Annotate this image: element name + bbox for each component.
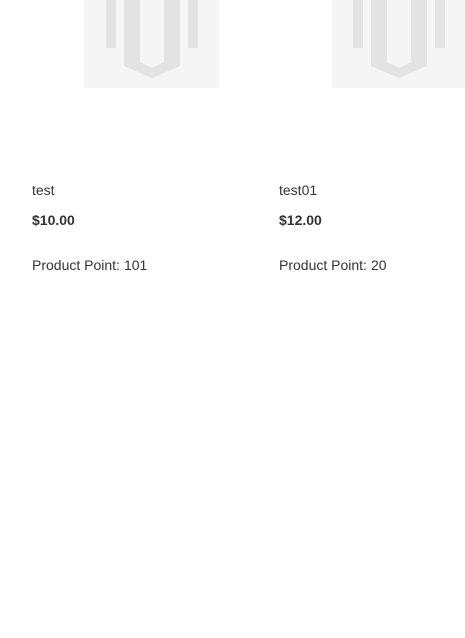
product-image-link[interactable] — [332, 0, 465, 88]
product-price: $12.00 — [279, 212, 322, 228]
product-name-link[interactable]: test — [32, 181, 55, 199]
product-card: test $10.00 Product Point: 101 — [32, 0, 232, 300]
product-points-label: Product Point: — [32, 257, 120, 273]
product-price: $10.00 — [32, 212, 75, 228]
placeholder-logo-icon — [353, 0, 445, 78]
product-points-label: Product Point: — [279, 257, 367, 273]
product-name-link[interactable]: test01 — [279, 181, 317, 199]
product-card: test01 $12.00 Product Point: 20 — [279, 0, 465, 300]
product-points-value: 101 — [123, 257, 148, 273]
product-image-link[interactable] — [84, 0, 219, 88]
product-grid: test $10.00 Product Point: 101 test01 $12… — [0, 0, 465, 638]
product-points: Product Point: 101 — [32, 256, 147, 274]
placeholder-logo-icon — [106, 0, 198, 78]
product-points: Product Point: 20 — [279, 256, 387, 274]
product-points-value: 20 — [370, 257, 387, 273]
